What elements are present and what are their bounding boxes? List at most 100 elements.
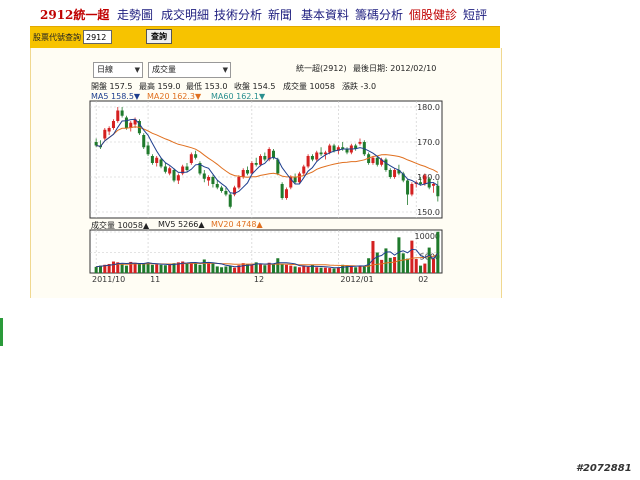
candle-body <box>315 152 319 160</box>
nav-item-1[interactable]: 走勢圖 <box>117 6 153 23</box>
candle-body <box>237 177 241 188</box>
nav-item-8[interactable]: 短評 <box>463 6 487 23</box>
candle-body <box>189 154 193 163</box>
volume-bar <box>419 265 423 273</box>
candle-body <box>319 152 323 155</box>
volume-bar <box>233 267 237 273</box>
candle-body <box>254 163 258 165</box>
volume-bar <box>328 268 332 273</box>
nav-item-0[interactable]: 2912統一超 <box>40 6 109 23</box>
candle-body <box>436 185 440 197</box>
volume-bar <box>427 247 431 273</box>
volume-bar <box>289 265 293 273</box>
stock-query-label: 股票代號查詢 <box>33 33 81 42</box>
candle-body <box>271 150 276 158</box>
candle-body <box>142 135 146 148</box>
volume-bar <box>185 263 189 273</box>
candle-body <box>328 145 332 153</box>
candle-body <box>258 156 263 165</box>
x-axis-tick: 11 <box>150 275 160 284</box>
candle-body <box>246 170 250 174</box>
volume-bar <box>280 263 284 273</box>
price-y-tick: 180.0 <box>417 103 440 112</box>
candle-body <box>120 110 124 116</box>
volume-bar <box>258 264 263 273</box>
candle-body <box>419 182 423 184</box>
volume-bar <box>431 258 436 273</box>
nav-item-4[interactable]: 新聞 <box>268 6 292 23</box>
volume-bar <box>202 259 206 273</box>
edge-fragment <box>0 318 3 346</box>
volume-bar <box>94 266 98 273</box>
volume-bar <box>406 258 410 273</box>
candle-body <box>228 194 232 207</box>
candle-body <box>375 157 379 165</box>
volume-bar <box>250 264 254 273</box>
volume-bar <box>423 263 427 273</box>
stock-chart: 180.0170.0160.0150.02011/10 11 12 2012/01 02… <box>89 100 443 284</box>
volume-bar <box>332 268 336 273</box>
volume-bar <box>397 237 401 273</box>
volume-bar <box>220 267 224 273</box>
nav-item-7[interactable]: 個股健診 <box>409 6 457 23</box>
candle-body <box>358 142 362 144</box>
candle-body <box>107 128 111 132</box>
top-nav: 2912統一超 走勢圖 成交明細 技術分析 新聞 基本資料 籌碼分析 個股健診 短評 <box>0 0 500 26</box>
volume-bar <box>358 265 362 273</box>
candle-body <box>310 156 314 160</box>
volume-bar <box>436 231 440 273</box>
volume-bar <box>306 266 310 273</box>
candle-body <box>215 184 219 188</box>
candle-body <box>410 184 414 195</box>
candle-body <box>297 173 301 183</box>
candle-body <box>150 156 154 163</box>
volume-bar <box>215 266 219 273</box>
query-button[interactable]: 查詢 <box>146 29 172 44</box>
volume-bar <box>159 264 163 273</box>
volume-bar <box>168 264 172 273</box>
x-axis-tick: 2011/10 <box>92 275 125 284</box>
candle-body <box>384 159 388 170</box>
candle-body <box>284 189 288 198</box>
candle-body <box>393 170 397 177</box>
candle-body <box>159 159 163 167</box>
volume-bar <box>410 240 414 273</box>
candle-body <box>241 170 245 177</box>
volume-bar <box>375 252 379 273</box>
volume-bar <box>388 257 392 273</box>
candle-body <box>263 156 267 160</box>
candle-body <box>202 173 206 179</box>
candle-body <box>163 166 167 172</box>
candle-body <box>194 154 198 158</box>
stock-query-bar: 股票代號查詢 查詢 <box>30 26 500 50</box>
volume-bar <box>142 263 146 273</box>
x-axis-tick: 02 <box>418 275 428 284</box>
nav-item-5[interactable]: 基本資料 <box>301 6 349 23</box>
nav-item-2[interactable]: 成交明細 <box>161 6 209 23</box>
volume-bar <box>189 262 193 273</box>
volume-bar <box>349 266 353 273</box>
chart-panel: 日線 ▼ 成交量 ▼ 統一超(2912) 最後日期: 2012/02/10 開盤… <box>30 48 502 298</box>
volume-bar <box>371 241 375 273</box>
candle-body <box>302 166 306 174</box>
volume-bar <box>111 261 115 273</box>
x-axis-tick: 12 <box>254 275 264 284</box>
volume-bar <box>297 267 301 273</box>
price-y-tick: 170.0 <box>417 138 440 147</box>
candle-body <box>388 170 392 177</box>
volume-bar <box>319 267 323 273</box>
volume-bar <box>120 263 124 273</box>
volume-bar <box>315 267 319 273</box>
volume-bar <box>271 263 276 273</box>
candle-body <box>207 177 211 181</box>
nav-item-3[interactable]: 技術分析 <box>214 6 262 23</box>
volume-bar <box>323 267 327 273</box>
volume-bar <box>401 253 405 273</box>
stock-code-input[interactable] <box>83 30 112 44</box>
candle-body <box>103 129 107 139</box>
volume-bar <box>263 265 267 273</box>
nav-item-6[interactable]: 籌碼分析 <box>355 6 403 23</box>
volume-bar <box>228 266 232 273</box>
volume-bar <box>155 264 159 273</box>
candle-body <box>168 168 172 174</box>
